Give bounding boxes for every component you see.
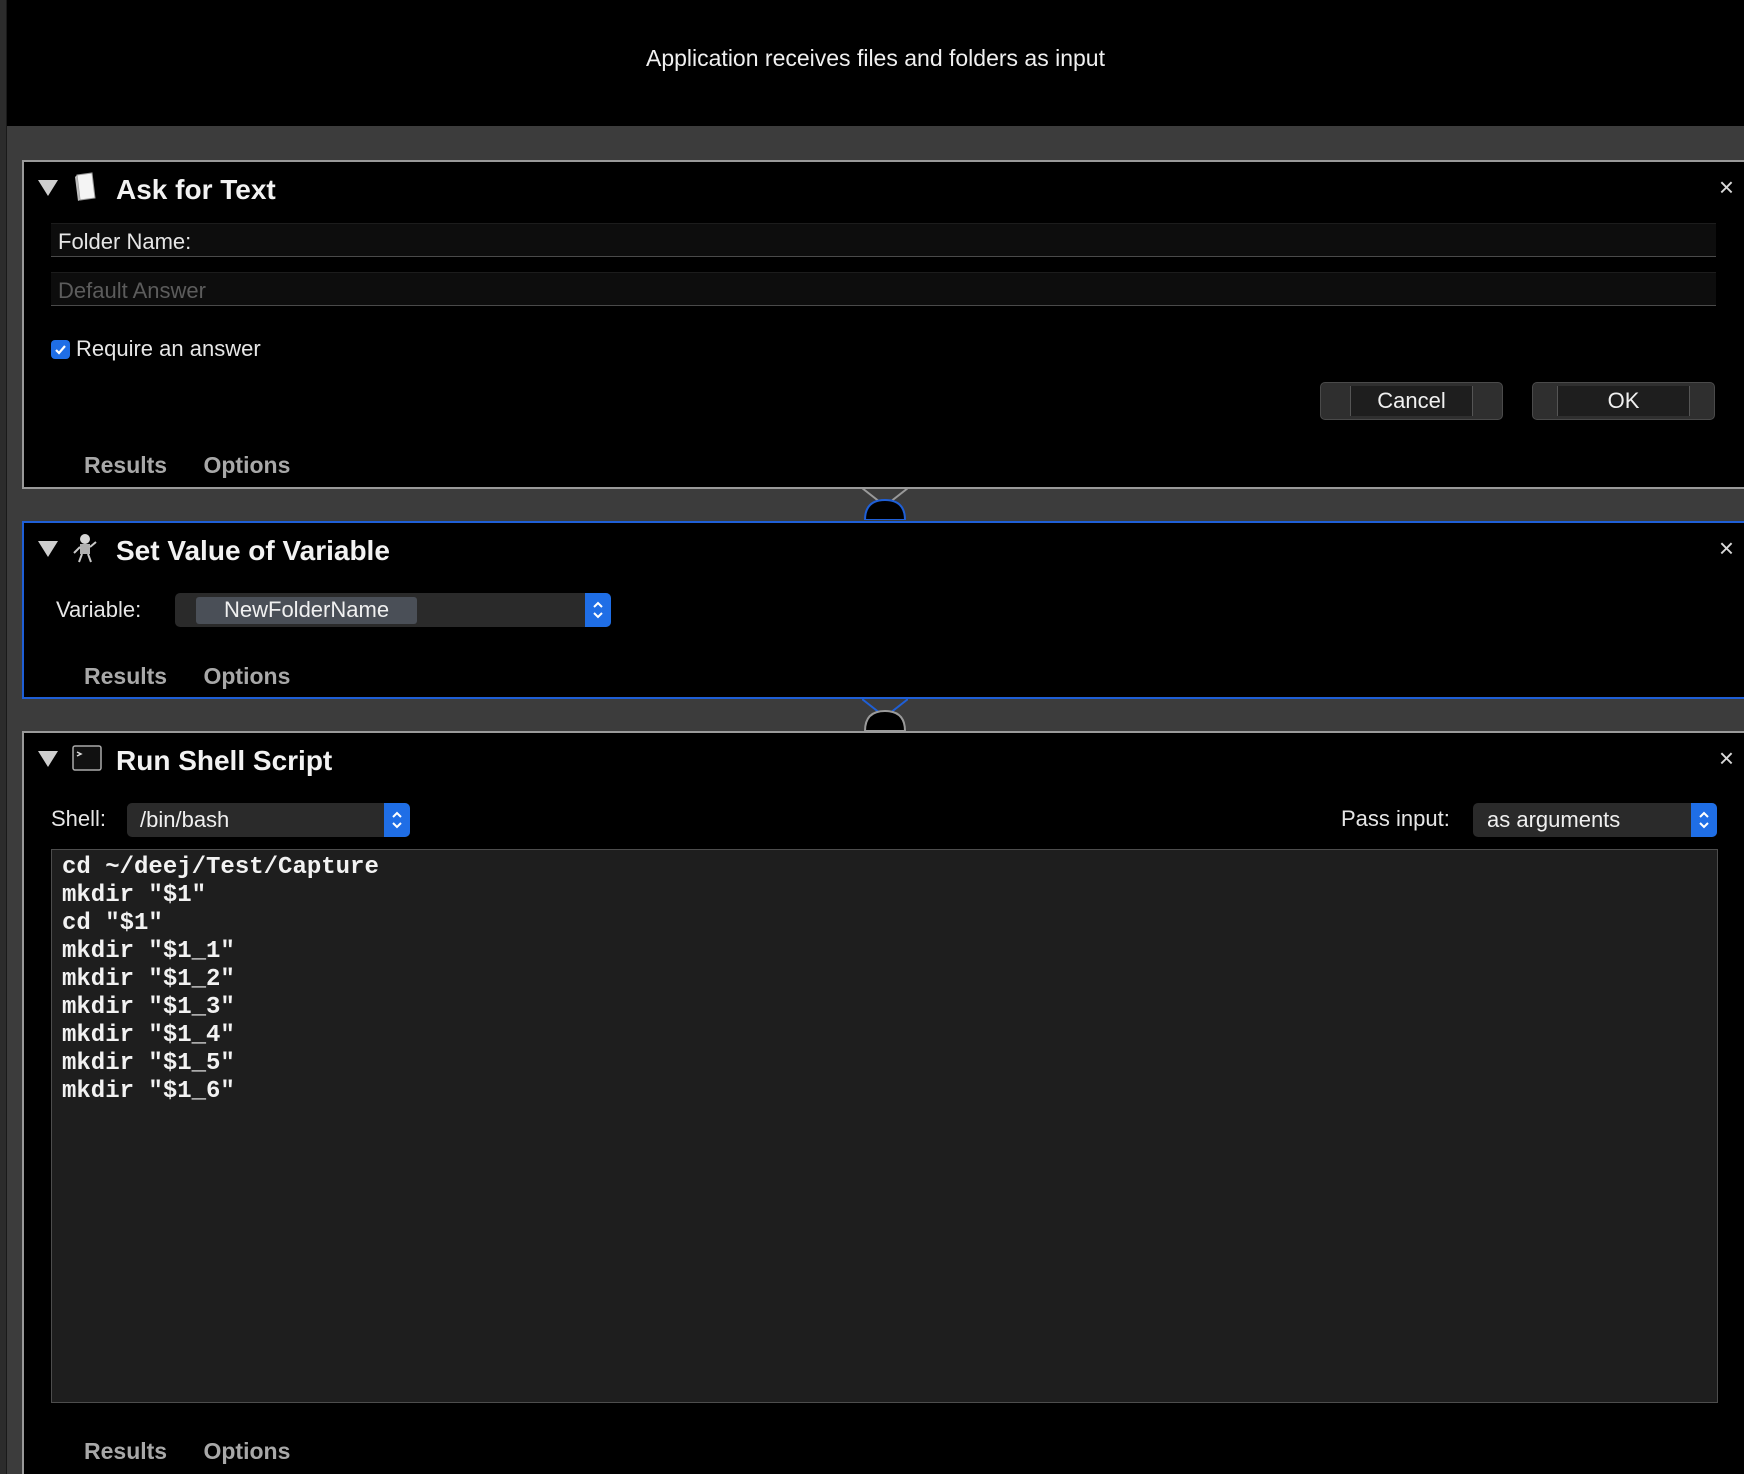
close-icon[interactable]: × <box>1719 533 1734 564</box>
tab-results[interactable]: Results <box>84 663 167 689</box>
action-title: Run Shell Script <box>116 745 333 776</box>
shell-popup[interactable]: /bin/bash <box>127 803 410 837</box>
chevron-updown-icon <box>585 593 611 627</box>
action-tabs: Results Options <box>84 1438 320 1465</box>
shell-label: Shell: <box>51 806 107 831</box>
cancel-label: Cancel <box>1377 388 1446 413</box>
action-connector-icon <box>862 487 908 520</box>
action-ask-for-text[interactable]: Ask for Text × Folder Name: Default Answ… <box>22 160 1744 489</box>
shell-value: /bin/bash <box>140 807 230 832</box>
variable-value: NewFolderName <box>196 596 418 624</box>
require-answer-label: Require an answer <box>76 336 261 361</box>
action-tabs: Results Options <box>84 452 320 479</box>
pass-input-value: as arguments <box>1487 807 1621 832</box>
checkmark-icon <box>51 339 70 359</box>
disclosure-triangle-icon[interactable] <box>38 180 58 196</box>
action-run-shell-script[interactable]: Run Shell Script × Shell: /bin/bash Pass… <box>22 731 1744 1474</box>
ok-button[interactable]: OK <box>1532 382 1715 420</box>
pass-input-popup[interactable]: as arguments <box>1473 803 1717 837</box>
script-editor[interactable]: cd ~/deej/Test/Capture mkdir "$1" cd "$1… <box>51 849 1718 1403</box>
action-title: Set Value of Variable <box>116 535 390 566</box>
variable-label: Variable: <box>56 597 142 622</box>
disclosure-triangle-icon[interactable] <box>38 751 58 767</box>
tab-options[interactable]: Options <box>203 663 290 689</box>
cancel-button[interactable]: Cancel <box>1320 382 1503 420</box>
pass-input-label: Pass input: <box>1341 806 1450 831</box>
question-field[interactable]: Folder Name: <box>51 223 1716 257</box>
tab-results[interactable]: Results <box>84 452 167 478</box>
action-title: Ask for Text <box>116 174 276 205</box>
tab-options[interactable]: Options <box>203 1438 290 1464</box>
terminal-icon <box>72 745 102 771</box>
disclosure-triangle-icon[interactable] <box>38 541 58 557</box>
ok-label: OK <box>1607 388 1640 413</box>
tab-options[interactable]: Options <box>203 452 290 478</box>
action-tabs: Results Options <box>84 663 320 690</box>
left-edge <box>0 0 7 1474</box>
robot-icon <box>73 534 97 563</box>
variable-popup[interactable]: NewFolderName <box>175 593 611 627</box>
workflow-input-description: Application receives files and folders a… <box>646 44 1105 71</box>
close-icon[interactable]: × <box>1719 743 1734 774</box>
default-answer-field[interactable]: Default Answer <box>51 272 1716 306</box>
document-icon <box>75 172 96 201</box>
action-set-value-of-variable[interactable]: Set Value of Variable × Variable: NewFol… <box>22 521 1744 699</box>
workflow-header: Application receives files and folders a… <box>7 0 1744 126</box>
close-icon[interactable]: × <box>1719 172 1734 203</box>
require-answer-checkbox[interactable]: Require an answer <box>51 336 261 362</box>
action-connector-icon <box>862 698 908 731</box>
tab-results[interactable]: Results <box>84 1438 167 1464</box>
chevron-updown-icon <box>1691 803 1717 837</box>
chevron-updown-icon <box>384 803 410 837</box>
